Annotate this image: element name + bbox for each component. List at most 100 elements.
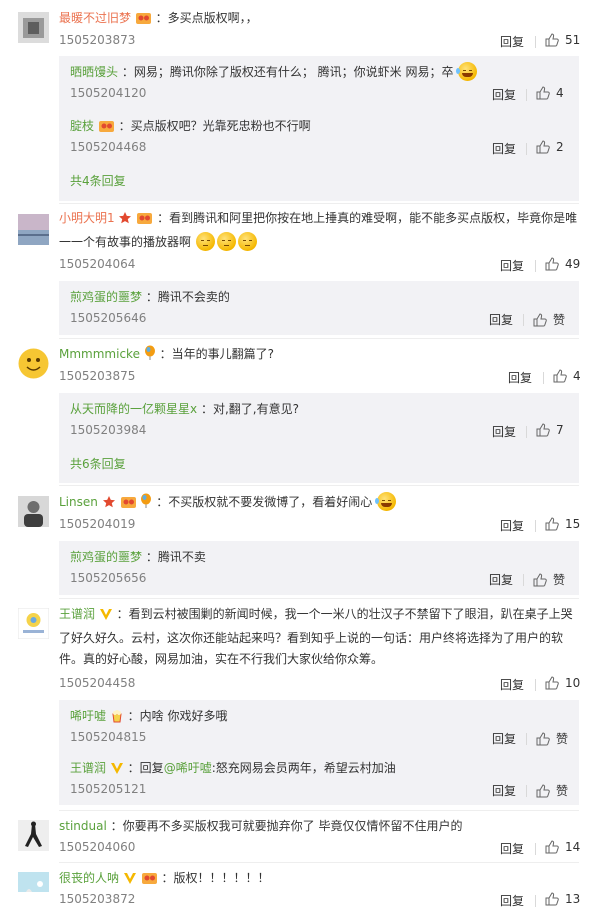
reply-thread: 煎鸡蛋的噩梦 ：腾讯不卖 1505205656 回复 赞	[59, 541, 579, 595]
thumbs-up-icon	[553, 369, 567, 383]
comment-timestamp: 1505203873	[59, 33, 136, 47]
like-button[interactable]: 49	[545, 257, 580, 271]
reply-button[interactable]: 回复	[500, 840, 524, 857]
reply-username[interactable]: 王谱润	[70, 761, 106, 775]
divider	[535, 843, 536, 855]
reply-button[interactable]: 回复	[492, 423, 516, 440]
reply-item: 腚枝 ：买点版权吧？光靠死忠粉也不行啊 1505204468 回复 2	[70, 116, 579, 156]
like-button[interactable]: 15	[545, 517, 580, 531]
like-count: 15	[565, 517, 581, 531]
reply-button[interactable]: 回复	[500, 517, 524, 534]
more-replies-link[interactable]: 共6条回复	[70, 455, 126, 472]
avatar[interactable]	[18, 496, 49, 527]
comment-timestamp: 1505203872	[59, 892, 136, 906]
like-label: 赞	[556, 784, 569, 798]
comment-text: ：版权！！！！！！	[161, 871, 270, 885]
divider	[59, 485, 579, 486]
thumbs-up-icon	[536, 731, 550, 745]
reply-timestamp: 1505204468	[70, 140, 147, 154]
reply-button[interactable]: 回复	[500, 257, 524, 274]
reply-timestamp: 1505203984	[70, 423, 147, 437]
divider	[535, 679, 536, 691]
reply-button[interactable]: 回复	[492, 782, 516, 799]
reply-item: 唏吁嘘 ：内啥 你戏好多哦 1505204815 回复 赞	[70, 706, 579, 746]
reply-button[interactable]: 回复	[489, 571, 513, 588]
avatar[interactable]	[18, 608, 49, 639]
member-badge-icon	[135, 11, 152, 32]
comment-username[interactable]: 小明大明1	[59, 211, 115, 225]
reply-username[interactable]: 腚枝	[70, 119, 94, 133]
divider	[59, 203, 579, 204]
laugh-tears-emoji-icon	[375, 492, 397, 511]
avatar[interactable]	[18, 820, 49, 851]
comment-username[interactable]: 王谱润	[59, 607, 95, 621]
like-count: 14	[565, 840, 581, 854]
sigh-emoji-icon	[195, 232, 215, 251]
avatar[interactable]	[18, 214, 49, 245]
comment-username[interactable]: Mmmmmicke	[59, 347, 140, 361]
thumbs-up-icon	[545, 892, 559, 906]
reply-text: ：内啥 你戏好多哦	[127, 709, 228, 723]
like-button[interactable]: 赞	[533, 311, 565, 328]
divider	[523, 574, 524, 586]
reply-text: ：对,翻了,有意见?	[200, 402, 299, 416]
like-button[interactable]: 赞	[533, 571, 565, 588]
avatar[interactable]	[18, 872, 49, 903]
reply-timestamp: 1505205121	[70, 782, 147, 796]
divider	[59, 810, 579, 811]
reply-username[interactable]: 煎鸡蛋的噩梦	[70, 550, 142, 564]
reply-thread: 从天而降的一亿颗星星x ：对,翻了,有意见? 1505203984 回复 7 共…	[59, 393, 579, 483]
divider	[535, 520, 536, 532]
like-count: 10	[565, 676, 581, 690]
like-button[interactable]: 7	[536, 423, 564, 437]
star-badge-icon	[118, 211, 132, 232]
reply-username[interactable]: 晒晒馒头	[70, 65, 118, 79]
like-button[interactable]: 10	[545, 676, 580, 690]
comment-username[interactable]: stindual	[59, 819, 107, 833]
like-label: 赞	[553, 573, 566, 587]
thumbs-up-icon	[536, 423, 550, 437]
like-button[interactable]: 4	[553, 369, 581, 383]
reply-button[interactable]: 回复	[500, 892, 524, 909]
mention-link[interactable]: @唏吁嘘	[164, 761, 212, 775]
comment-username[interactable]: Linsen	[59, 495, 98, 509]
reply-item: 从天而降的一亿颗星星x ：对,翻了,有意见? 1505203984 回复 7	[70, 399, 579, 439]
reply-button[interactable]: 回复	[500, 33, 524, 50]
reply-button[interactable]: 回复	[492, 140, 516, 157]
balloon-badge-icon	[140, 493, 152, 516]
like-button[interactable]: 赞	[536, 782, 568, 799]
reply-timestamp: 1505205656	[70, 571, 147, 585]
like-button[interactable]: 2	[536, 140, 564, 154]
reply-username[interactable]: 唏吁嘘	[70, 709, 106, 723]
like-button[interactable]: 4	[536, 86, 564, 100]
reply-button[interactable]: 回复	[508, 369, 532, 386]
more-replies-link[interactable]: 共4条回复	[70, 172, 126, 189]
reply-button[interactable]: 回复	[489, 311, 513, 328]
reply-username[interactable]: 煎鸡蛋的噩梦	[70, 290, 142, 304]
like-button[interactable]: 14	[545, 840, 580, 854]
like-label: 赞	[553, 313, 566, 327]
reply-item: 王谱润 ：回复@唏吁嘘:怒充网易会员两年，希望云村加油 1505205121 回…	[70, 758, 579, 798]
avatar[interactable]	[18, 12, 49, 43]
verified-v-icon	[123, 871, 137, 892]
reply-button[interactable]: 回复	[492, 730, 516, 747]
like-count: 4	[573, 369, 581, 383]
star-badge-icon	[102, 495, 116, 516]
divider	[523, 314, 524, 326]
like-button[interactable]: 51	[545, 33, 580, 47]
reply-thread: 唏吁嘘 ：内啥 你戏好多哦 1505204815 回复 赞 王谱润 ：回复@唏吁…	[59, 700, 579, 805]
reply-text: ：买点版权吧？光靠死忠粉也不行啊	[118, 119, 311, 133]
avatar[interactable]	[18, 348, 49, 379]
like-button[interactable]: 13	[545, 892, 580, 906]
comment-username[interactable]: 最暖不过旧梦	[59, 11, 131, 25]
reply-username[interactable]: 从天而降的一亿颗星星x	[70, 402, 197, 416]
thumbs-up-icon	[533, 312, 547, 326]
comment-text: ：看到云村被围剿的新闻时候，我一个一米八的壮汉子不禁留下了眼泪，趴在桌子上哭	[116, 607, 573, 621]
reply-button[interactable]: 回复	[492, 86, 516, 103]
like-button[interactable]: 赞	[536, 730, 568, 747]
reply-button[interactable]: 回复	[500, 676, 524, 693]
sigh-emoji-icon	[216, 232, 236, 251]
like-count: 51	[565, 33, 581, 47]
comment-username[interactable]: 很丧的人呐	[59, 871, 119, 885]
like-count: 49	[565, 257, 581, 271]
